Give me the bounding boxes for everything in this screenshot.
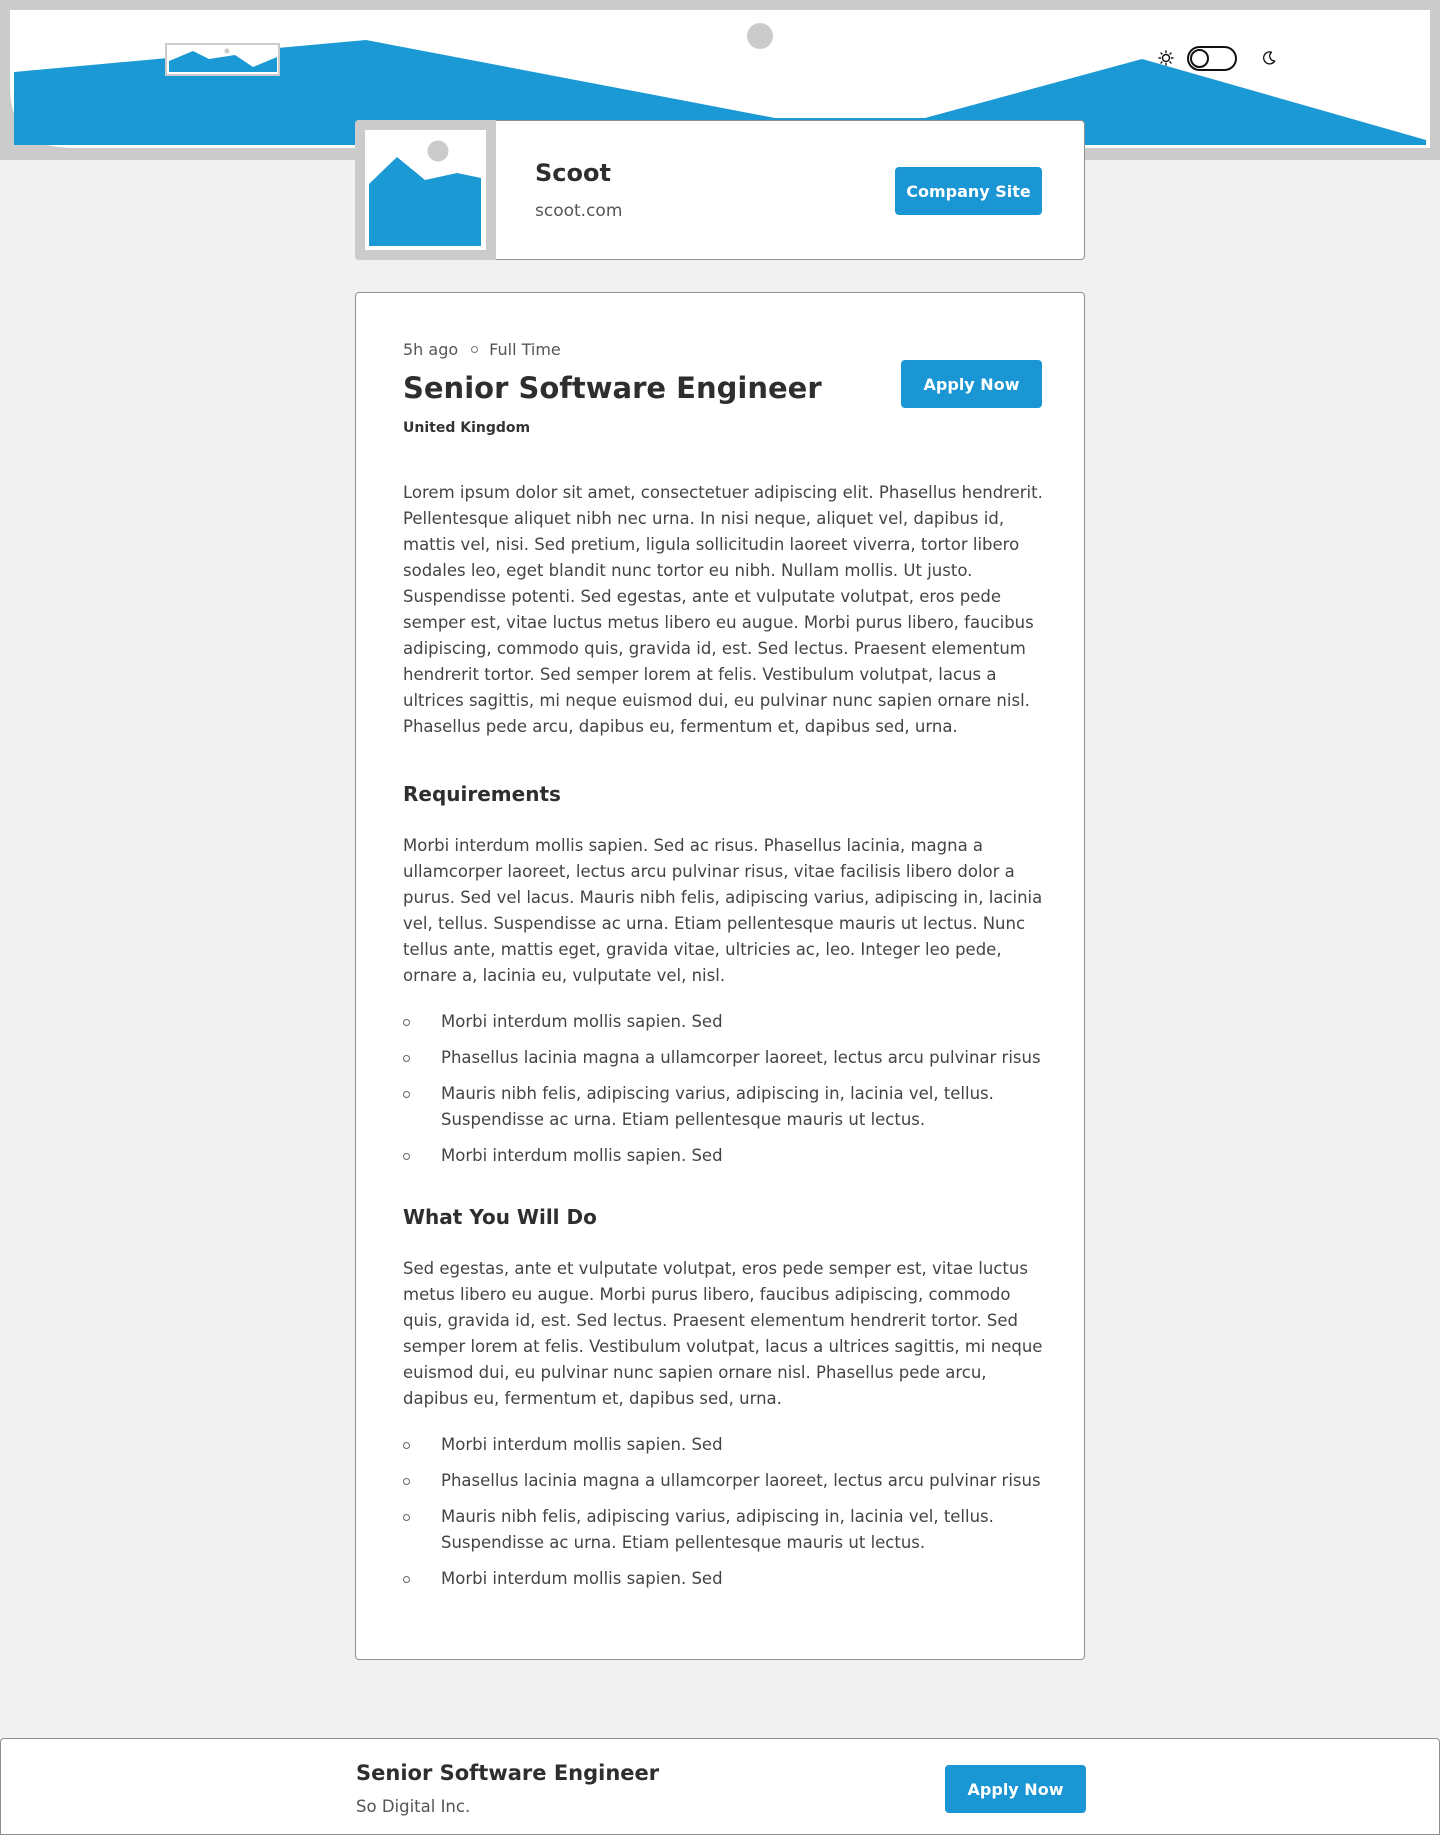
bullet-icon — [403, 1576, 410, 1583]
sticky-apply-footer: Senior Software Engineer So Digital Inc.… — [0, 1738, 1440, 1835]
company-name: Scoot — [535, 159, 611, 187]
role-paragraph: Sed egestas, ante et vulputate volutpat,… — [403, 1259, 1043, 1408]
moon-icon — [1263, 51, 1276, 65]
list-item-text: Morbi interdum mollis sapien. Sed — [441, 1012, 723, 1031]
list-item: Morbi interdum mollis sapien. Sed — [403, 1432, 1043, 1458]
bullet-icon — [403, 1153, 410, 1160]
posted-time: 5h ago — [403, 340, 459, 359]
footer-apply-now-button[interactable]: Apply Now — [945, 1765, 1086, 1813]
list-item: Morbi interdum mollis sapien. Sed — [403, 1009, 1043, 1035]
job-details-card: 5h ago Full Time Senior Software Enginee… — [355, 292, 1085, 1660]
list-item: Mauris nibh felis, adipiscing varius, ad… — [403, 1081, 1043, 1133]
requirements-heading: Requirements — [403, 782, 561, 806]
job-location: United Kingdom — [403, 420, 531, 436]
dark-mode-switch[interactable] — [1187, 45, 1237, 71]
list-item: Morbi interdum mollis sapien. Sed — [403, 1143, 1043, 1169]
bullet-icon — [403, 1442, 410, 1449]
site-logo-placeholder-icon[interactable] — [165, 43, 280, 76]
sun-icon — [1158, 50, 1174, 66]
bullet-icon — [403, 1055, 410, 1062]
role-heading: What You Will Do — [403, 1205, 597, 1229]
company-card: Scoot scoot.com Company Site — [355, 120, 1085, 260]
switch-knob — [1190, 48, 1209, 68]
requirements-paragraph: Morbi interdum mollis sapien. Sed ac ris… — [403, 836, 1043, 985]
bullet-icon — [403, 1514, 410, 1521]
role-list: Morbi interdum mollis sapien. Sed Phasel… — [403, 1432, 1043, 1592]
company-info: Scoot scoot.com — [535, 159, 622, 221]
job-meta: 5h ago Full Time — [403, 340, 561, 359]
meta-separator-dot — [471, 346, 479, 353]
list-item: Morbi interdum mollis sapien. Sed — [403, 1566, 1043, 1592]
bullet-icon — [403, 1478, 410, 1485]
requirements-list: Morbi interdum mollis sapien. Sed Phasel… — [403, 1009, 1043, 1169]
company-logo-placeholder-icon — [355, 120, 496, 260]
footer-company-name: So Digital Inc. — [356, 1797, 471, 1816]
list-item-text: Mauris nibh felis, adipiscing varius, ad… — [441, 1084, 994, 1129]
list-item: Phasellus lacinia magna a ullamcorper la… — [403, 1045, 1043, 1071]
contract-type: Full Time — [489, 340, 561, 359]
theme-toggle — [1158, 44, 1282, 72]
bullet-icon — [403, 1019, 410, 1026]
list-item-text: Phasellus lacinia magna a ullamcorper la… — [441, 1048, 1041, 1067]
list-item-text: Morbi interdum mollis sapien. Sed — [441, 1146, 723, 1165]
apply-now-button[interactable]: Apply Now — [901, 360, 1042, 408]
list-item-text: Phasellus lacinia magna a ullamcorper la… — [441, 1471, 1041, 1490]
list-item-text: Morbi interdum mollis sapien. Sed — [441, 1569, 723, 1588]
job-title: Senior Software Engineer — [403, 371, 822, 405]
bullet-icon — [403, 1091, 410, 1098]
list-item: Phasellus lacinia magna a ullamcorper la… — [403, 1468, 1043, 1494]
job-description: Lorem ipsum dolor sit amet, consectetuer… — [403, 480, 1043, 1602]
footer-job-title: Senior Software Engineer — [356, 1761, 660, 1785]
list-item-text: Morbi interdum mollis sapien. Sed — [441, 1435, 723, 1454]
company-site-button[interactable]: Company Site — [895, 167, 1042, 215]
list-item-text: Mauris nibh felis, adipiscing varius, ad… — [441, 1507, 994, 1552]
list-item: Mauris nibh felis, adipiscing varius, ad… — [403, 1504, 1043, 1556]
company-domain: scoot.com — [535, 201, 623, 221]
description-paragraph: Lorem ipsum dolor sit amet, consectetuer… — [403, 483, 1043, 736]
